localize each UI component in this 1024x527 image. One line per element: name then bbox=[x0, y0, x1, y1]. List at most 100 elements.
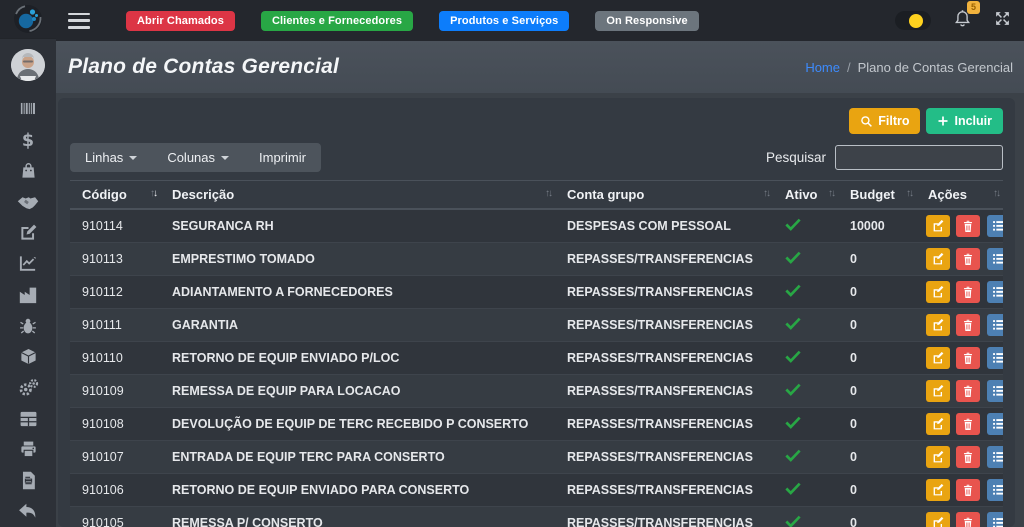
table-row[interactable]: 910110 RETORNO DE EQUIP ENVIADO P/LOC RE… bbox=[70, 342, 1003, 375]
app-logo[interactable] bbox=[0, 0, 56, 39]
list-button[interactable] bbox=[987, 446, 1003, 468]
content: Filtro Incluir Linhas Colunas Imprimir bbox=[56, 93, 1024, 527]
table-row[interactable]: 910113 EMPRESTIMO TOMADO REPASSES/TRANSF… bbox=[70, 243, 1003, 276]
include-button[interactable]: Incluir bbox=[926, 108, 1003, 134]
sidebar-item-chart-line[interactable] bbox=[0, 248, 56, 279]
sort-icon[interactable]: ↑↓ bbox=[828, 188, 834, 199]
list-button[interactable] bbox=[987, 413, 1003, 435]
search-input[interactable] bbox=[835, 145, 1003, 170]
breadcrumb-home-link[interactable]: Home bbox=[805, 60, 840, 75]
dollar-icon: $ bbox=[18, 130, 38, 150]
table-row[interactable]: 910105 REMESSA P/ CONSERTO REPASSES/TRAN… bbox=[70, 507, 1003, 527]
nav-button-on-responsive[interactable]: On Responsive bbox=[595, 11, 698, 31]
edit-button[interactable] bbox=[926, 314, 950, 336]
delete-button[interactable] bbox=[956, 479, 980, 501]
edit-button[interactable] bbox=[926, 347, 950, 369]
sidebar-item-industry[interactable] bbox=[0, 279, 56, 310]
table-row[interactable]: 910112 ADIANTAMENTO A FORNECEDORES REPAS… bbox=[70, 276, 1003, 309]
table-row[interactable]: 910108 DEVOLUÇÃO DE EQUIP DE TERC RECEBI… bbox=[70, 408, 1003, 441]
sidebar-item-dollar[interactable]: $ bbox=[0, 124, 56, 155]
hamburger-icon[interactable] bbox=[68, 13, 90, 29]
edit-button[interactable] bbox=[926, 281, 950, 303]
edit-button[interactable] bbox=[926, 248, 950, 270]
list-button[interactable] bbox=[987, 314, 1003, 336]
trash-icon bbox=[962, 220, 974, 233]
cell-budget: 0 bbox=[838, 375, 916, 408]
nav-button-clientes-e-fornecedores[interactable]: Clientes e Fornecedores bbox=[261, 11, 413, 31]
table-row[interactable]: 910111 GARANTIA REPASSES/TRANSFERENCIAS … bbox=[70, 309, 1003, 342]
column-header-descricao[interactable]: Descrição↑↓ bbox=[160, 181, 555, 210]
list-button[interactable] bbox=[987, 281, 1003, 303]
filter-button[interactable]: Filtro bbox=[849, 108, 920, 134]
delete-button[interactable] bbox=[956, 512, 980, 527]
search-area: Pesquisar bbox=[766, 145, 1003, 170]
fullscreen-button[interactable] bbox=[994, 10, 1011, 32]
delete-button[interactable] bbox=[956, 314, 980, 336]
logo-icon bbox=[13, 4, 43, 34]
edit-button[interactable] bbox=[926, 446, 950, 468]
delete-button[interactable] bbox=[956, 215, 980, 237]
list-button[interactable] bbox=[987, 248, 1003, 270]
check-icon bbox=[785, 449, 801, 462]
pen-square-icon bbox=[19, 223, 38, 242]
cell-codigo: 910111 bbox=[70, 309, 160, 342]
edit-button[interactable] bbox=[926, 479, 950, 501]
columns-dropdown[interactable]: Colunas bbox=[152, 143, 244, 172]
list-button[interactable] bbox=[987, 380, 1003, 402]
sidebar-item-file-invoice[interactable] bbox=[0, 465, 56, 496]
column-header-budget[interactable]: Budget↑↓ bbox=[838, 181, 916, 210]
sidebar-item-shopping-bag[interactable] bbox=[0, 155, 56, 186]
list-button[interactable] bbox=[987, 347, 1003, 369]
delete-button[interactable] bbox=[956, 380, 980, 402]
column-header-codigo[interactable]: Código↑↓ bbox=[70, 181, 160, 210]
table-row[interactable]: 910109 REMESSA DE EQUIP PARA LOCACAO REP… bbox=[70, 375, 1003, 408]
sort-icon[interactable]: ↑↓ bbox=[150, 188, 156, 199]
sort-icon[interactable]: ↑↓ bbox=[545, 188, 551, 199]
delete-button[interactable] bbox=[956, 446, 980, 468]
print-button[interactable]: Imprimir bbox=[244, 143, 321, 172]
sort-icon[interactable]: ↑↓ bbox=[763, 188, 769, 199]
edit-button[interactable] bbox=[926, 512, 950, 527]
column-header-acoes[interactable]: Ações↑↓ bbox=[916, 181, 1003, 210]
notifications-button[interactable]: 5 bbox=[953, 8, 972, 34]
table-row[interactable]: 910106 RETORNO DE EQUIP ENVIADO PARA CON… bbox=[70, 474, 1003, 507]
list-button[interactable] bbox=[987, 512, 1003, 527]
column-header-ativo[interactable]: Ativo↑↓ bbox=[773, 181, 838, 210]
sidebar-item-cogs[interactable] bbox=[0, 372, 56, 403]
theme-toggle[interactable] bbox=[895, 11, 931, 30]
bug-icon bbox=[18, 316, 38, 335]
edit-button[interactable] bbox=[926, 413, 950, 435]
delete-button[interactable] bbox=[956, 347, 980, 369]
edit-icon bbox=[932, 253, 945, 266]
sidebar-item-barcode[interactable] bbox=[0, 93, 56, 124]
delete-button[interactable] bbox=[956, 413, 980, 435]
sidebar-item-box[interactable] bbox=[0, 341, 56, 372]
check-icon bbox=[785, 482, 801, 495]
list-icon bbox=[992, 451, 1003, 463]
table-row[interactable]: 910114 SEGURANCA RH DESPESAS COM PESSOAL… bbox=[70, 209, 1003, 243]
user-avatar[interactable] bbox=[11, 49, 45, 81]
column-header-conta-grupo[interactable]: Conta grupo↑↓ bbox=[555, 181, 773, 210]
delete-button[interactable] bbox=[956, 281, 980, 303]
breadcrumb: Home / Plano de Contas Gerencial bbox=[805, 60, 1013, 75]
shopping-bag-icon bbox=[19, 161, 38, 180]
list-button[interactable] bbox=[987, 215, 1003, 237]
list-button[interactable] bbox=[987, 479, 1003, 501]
sort-icon[interactable]: ↑↓ bbox=[906, 188, 912, 199]
sidebar-item-pen-square[interactable] bbox=[0, 217, 56, 248]
sort-icon[interactable]: ↑↓ bbox=[993, 188, 999, 199]
edit-button[interactable] bbox=[926, 215, 950, 237]
trash-icon bbox=[962, 484, 974, 497]
nav-button-produtos-e-servi-os[interactable]: Produtos e Serviços bbox=[439, 11, 569, 31]
sidebar-item-reply[interactable] bbox=[0, 496, 56, 527]
sidebar-item-handshake[interactable] bbox=[0, 186, 56, 217]
table-row[interactable]: 910107 ENTRADA DE EQUIP TERC PARA CONSER… bbox=[70, 441, 1003, 474]
edit-button[interactable] bbox=[926, 380, 950, 402]
sidebar-item-printer[interactable] bbox=[0, 434, 56, 465]
sidebar-item-table[interactable] bbox=[0, 403, 56, 434]
delete-button[interactable] bbox=[956, 248, 980, 270]
rows-dropdown[interactable]: Linhas bbox=[70, 143, 152, 172]
sidebar-item-bug[interactable] bbox=[0, 310, 56, 341]
nav-button-abrir-chamados[interactable]: Abrir Chamados bbox=[126, 11, 235, 31]
check-icon bbox=[785, 416, 801, 429]
